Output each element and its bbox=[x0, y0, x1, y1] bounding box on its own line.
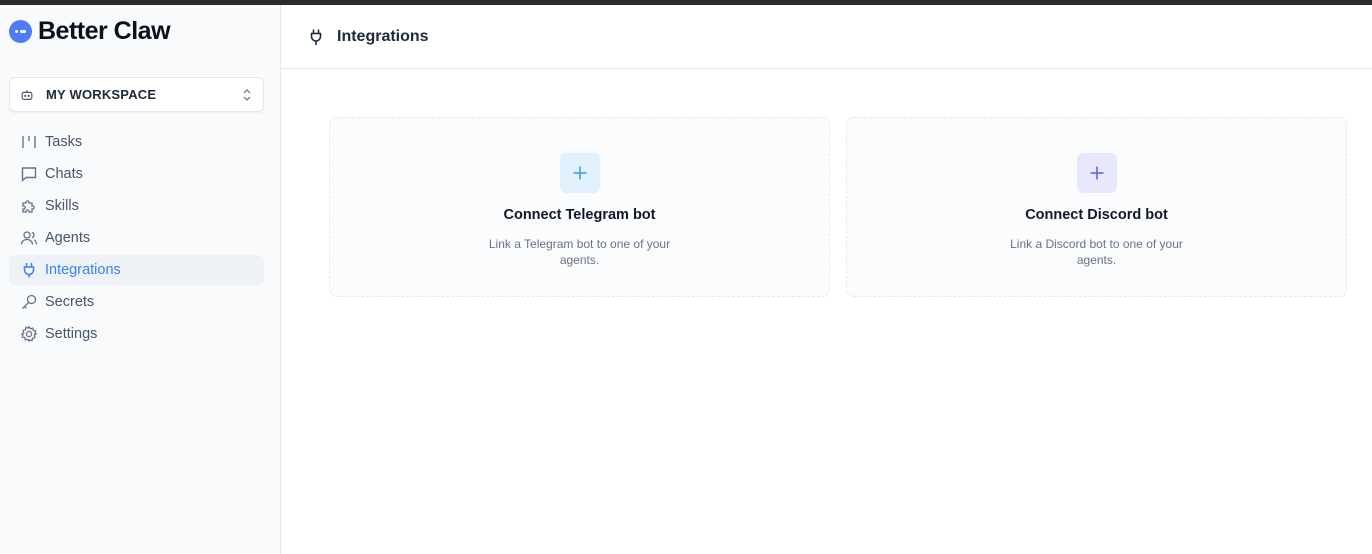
sidebar: Better Claw MY WORKSPACE Tasks Chats Ski… bbox=[0, 5, 281, 554]
sidebar-item-settings[interactable]: Settings bbox=[9, 319, 264, 349]
sidebar-item-agents[interactable]: Agents bbox=[9, 223, 264, 253]
brand-logo-icon bbox=[9, 20, 32, 43]
add-discord-button[interactable] bbox=[1076, 153, 1117, 193]
app: Better Claw MY WORKSPACE Tasks Chats Ski… bbox=[0, 5, 1372, 554]
sidebar-nav: Tasks Chats Skills Agents Integrations S… bbox=[9, 127, 264, 351]
plug-icon bbox=[19, 261, 38, 280]
key-icon bbox=[19, 293, 38, 312]
sidebar-item-label: Agents bbox=[45, 230, 91, 246]
sidebar-item-label: Integrations bbox=[45, 262, 121, 278]
connect-telegram-card[interactable]: Connect Telegram bot Link a Telegram bot… bbox=[329, 117, 830, 297]
sidebar-item-label: Tasks bbox=[45, 134, 83, 150]
bot-icon bbox=[21, 89, 33, 100]
add-telegram-button[interactable] bbox=[559, 153, 600, 193]
plus-icon bbox=[573, 166, 586, 180]
sidebar-item-label: Secrets bbox=[45, 294, 95, 310]
brand[interactable]: Better Claw bbox=[9, 17, 171, 46]
sidebar-item-chats[interactable]: Chats bbox=[9, 159, 264, 189]
sidebar-item-skills[interactable]: Skills bbox=[9, 191, 264, 221]
page-header: Integrations bbox=[281, 5, 1372, 69]
card-title: Connect Discord bot bbox=[1025, 207, 1168, 223]
sidebar-item-tasks[interactable]: Tasks bbox=[9, 127, 264, 157]
brand-name: Better Claw bbox=[38, 17, 171, 45]
workspace-switcher[interactable]: MY WORKSPACE bbox=[9, 77, 264, 112]
sidebar-item-secrets[interactable]: Secrets bbox=[9, 287, 264, 317]
sidebar-item-label: Settings bbox=[45, 326, 98, 342]
gear-icon bbox=[19, 325, 38, 344]
page-title: Integrations bbox=[337, 27, 429, 45]
card-title: Connect Telegram bot bbox=[503, 207, 656, 223]
sidebar-item-label: Chats bbox=[45, 166, 83, 182]
puzzle-icon bbox=[19, 197, 38, 216]
card-description: Link a Discord bot to one of your agents… bbox=[1010, 237, 1183, 267]
sidebar-item-integrations[interactable]: Integrations bbox=[9, 255, 264, 285]
tasks-icon bbox=[19, 133, 38, 152]
users-icon bbox=[19, 229, 38, 248]
main-content: Integrations Connect Telegram bot Link a… bbox=[281, 5, 1372, 554]
chevron-up-down-icon bbox=[243, 88, 251, 101]
plus-icon bbox=[1090, 166, 1103, 180]
plug-icon bbox=[310, 29, 322, 45]
connect-discord-card[interactable]: Connect Discord bot Link a Discord bot t… bbox=[846, 117, 1347, 297]
workspace-label: MY WORKSPACE bbox=[46, 87, 157, 102]
integration-cards: Connect Telegram bot Link a Telegram bot… bbox=[329, 117, 1347, 297]
card-description: Link a Telegram bot to one of your agent… bbox=[488, 237, 671, 267]
chat-icon bbox=[19, 165, 38, 184]
sidebar-item-label: Skills bbox=[45, 198, 79, 214]
